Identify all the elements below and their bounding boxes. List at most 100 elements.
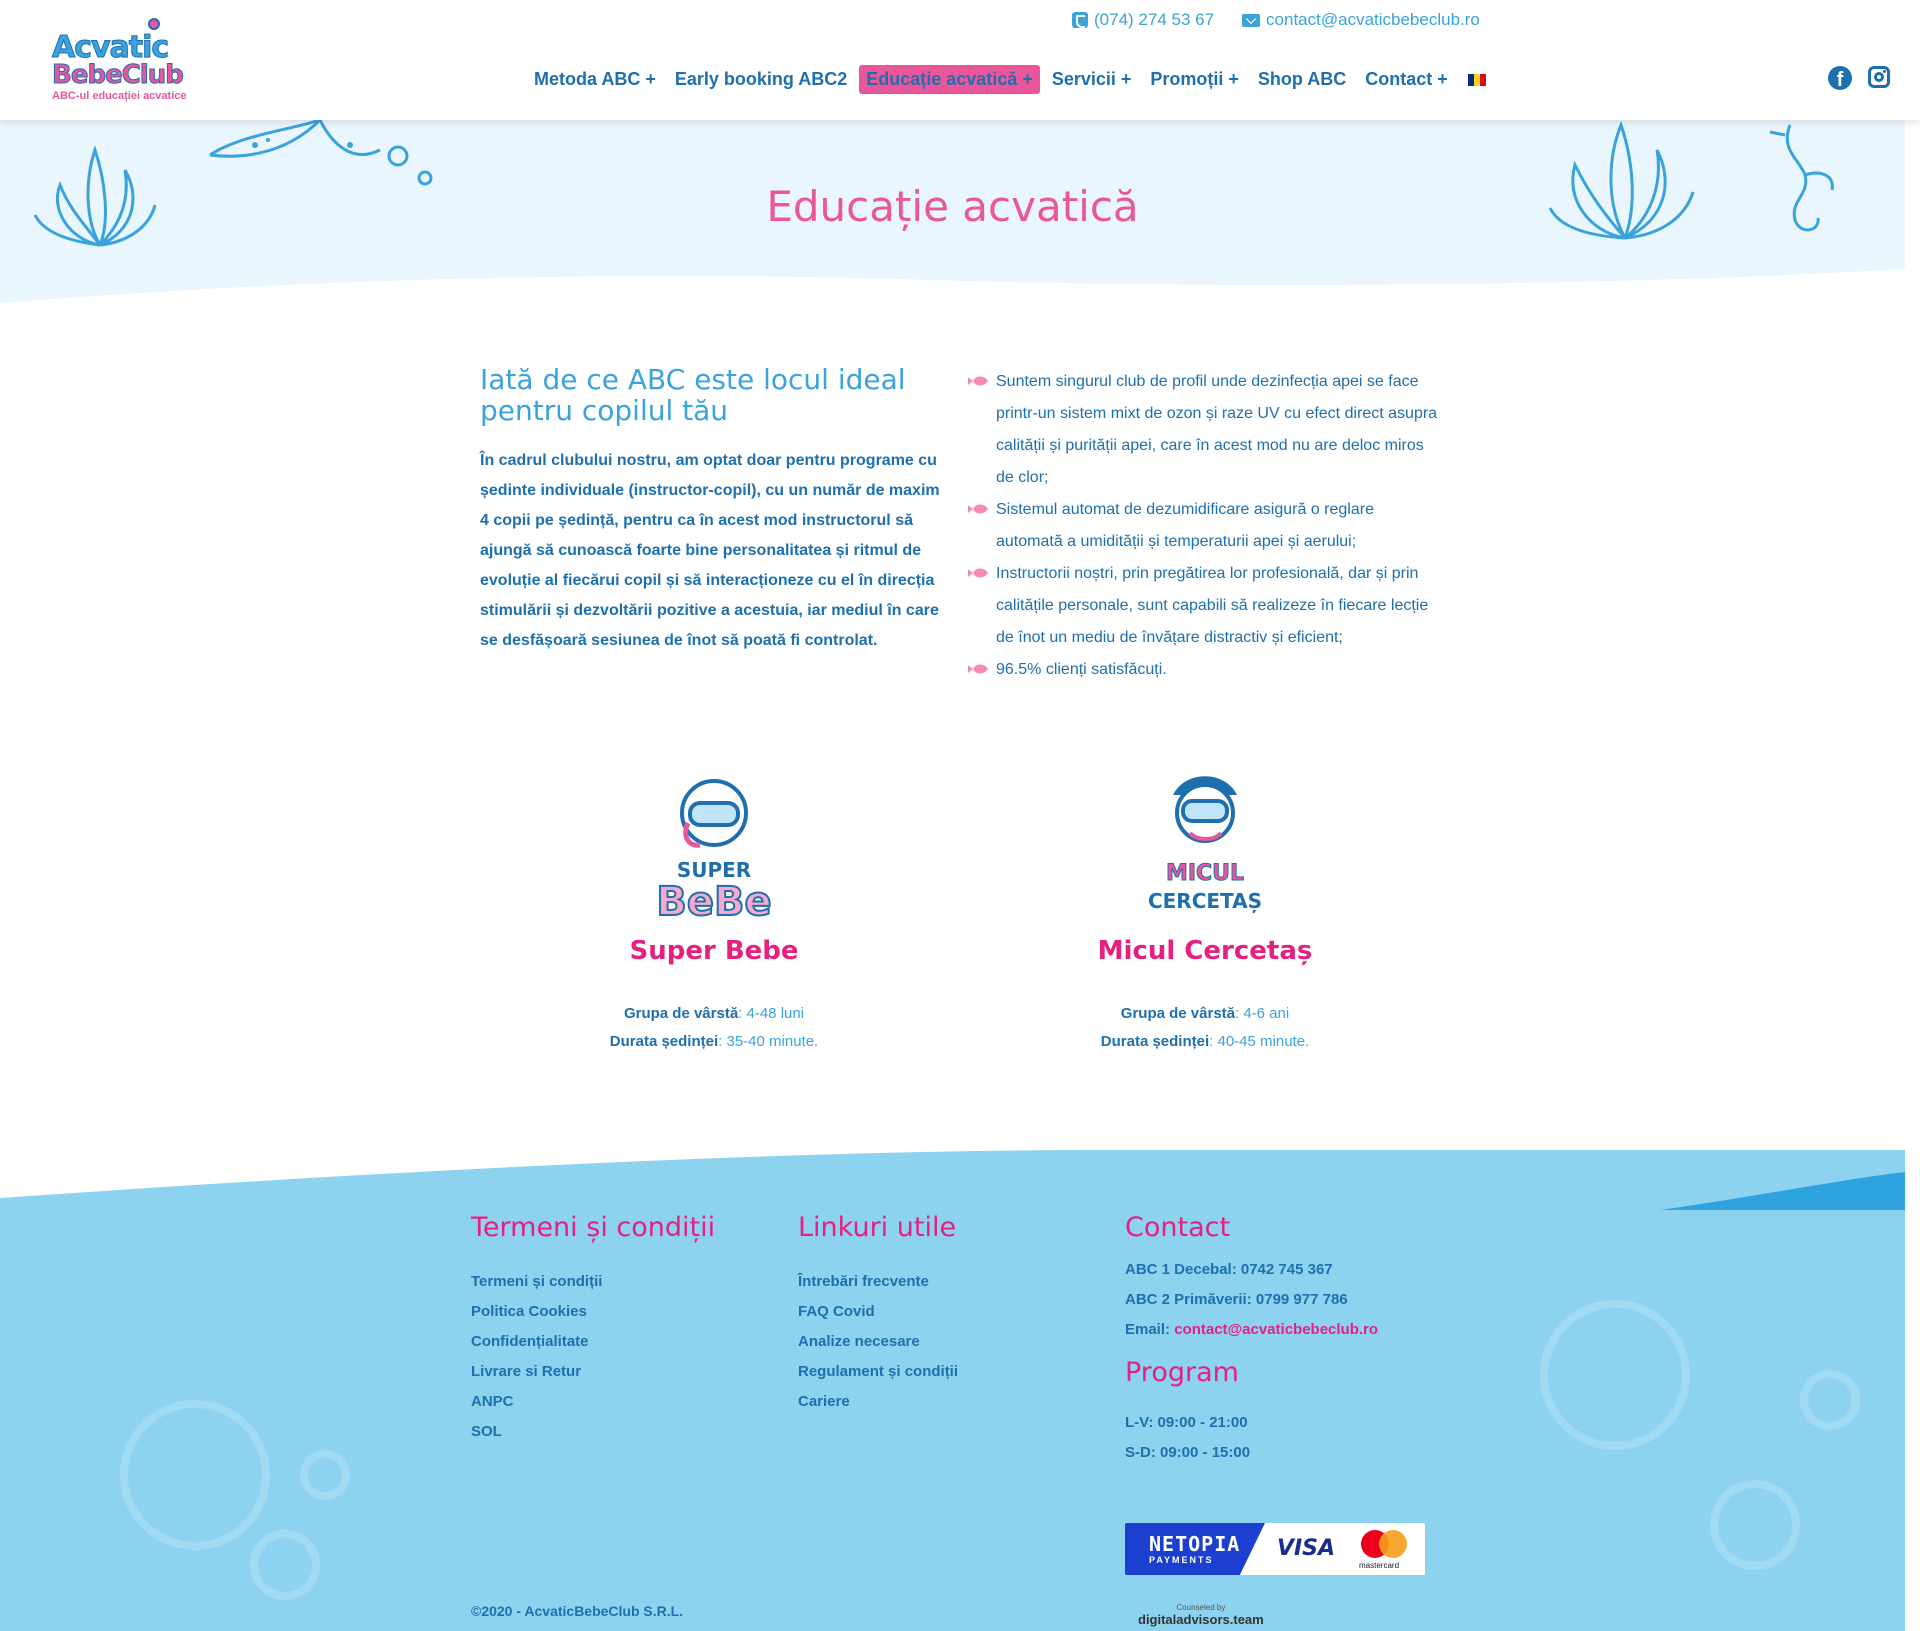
mastercard-logo: mastercard	[1347, 1523, 1425, 1575]
nav-item-promotii[interactable]: Promoții +	[1143, 65, 1246, 94]
envelope-icon	[1242, 13, 1261, 27]
mascot-text-bottom: BeBe	[656, 879, 771, 925]
duration-label: Durata ședinței	[1100, 1033, 1210, 1050]
duration-label: Durata ședinței	[609, 1033, 719, 1050]
program-age-row: Grupa de vârstă: 4-48 luni	[564, 1000, 864, 1028]
credit-small-text: Counseled by	[1176, 1603, 1226, 1612]
feature-text: Instructorii noștri, prin pregătirea lor…	[996, 565, 1429, 646]
site-footer: Termeni și condiții Termeni și condiții …	[0, 1150, 1905, 1631]
hero-wave-divider	[0, 269, 1905, 310]
contact-email-row: Email: contact@acvaticbebeclub.ro	[1125, 1315, 1378, 1345]
fish-bullet-icon	[968, 376, 988, 386]
main-nav: Metoda ABC + Early booking ABC2 Educație…	[527, 65, 1486, 94]
contact-abc2[interactable]: ABC 2 Primăverii: 0799 977 786	[1125, 1285, 1378, 1315]
phone-icon	[1072, 12, 1088, 28]
program-card-super-bebe: SUPER BeBe Super Bebe Grupa de vârstă: 4…	[564, 765, 864, 1056]
mascot-text-top: MICUL	[1166, 861, 1244, 886]
footer-link-confidentialitate[interactable]: Confidențialitate	[471, 1327, 715, 1357]
super-bebe-mascot-icon: SUPER BeBe	[655, 779, 773, 926]
instagram-icon[interactable]	[1868, 66, 1890, 88]
bubble-decoration	[1800, 1370, 1860, 1430]
footer-link-termeni[interactable]: Termeni și condiții	[471, 1267, 715, 1297]
footer-link-anpc[interactable]: ANPC	[471, 1387, 715, 1417]
email-label: Email:	[1125, 1321, 1175, 1338]
page-hero: Educație acvatică	[0, 120, 1905, 310]
program-age-row: Grupa de vârstă: 4-6 ani	[1055, 1000, 1355, 1028]
footer-heading: Contact	[1125, 1212, 1231, 1243]
feature-text: Suntem singurul club de profil unde dezi…	[996, 373, 1438, 486]
mascot-text-bottom: CERCETAȘ	[1148, 889, 1262, 913]
footer-email-link[interactable]: contact@acvaticbebeclub.ro	[1174, 1321, 1378, 1338]
fish-bullet-icon	[968, 504, 988, 514]
netopia-logo: NETOPIA PAYMENTS	[1125, 1523, 1265, 1575]
agency-credit[interactable]: Counseled by digitaladvisors.team	[1138, 1603, 1264, 1627]
top-contact-bar: (074) 274 53 67 contact@acvaticbebeclub.…	[1072, 10, 1480, 30]
email-link[interactable]: contact@acvaticbebeclub.ro	[1242, 10, 1480, 30]
list-item: 96.5% clienți satisfăcuți.	[968, 654, 1443, 686]
duration-value: : 35-40 minute.	[718, 1033, 819, 1050]
feature-text: Sistemul automat de dezumidificare asigu…	[996, 501, 1374, 550]
nav-item-servicii[interactable]: Servicii +	[1045, 65, 1139, 94]
bubble-decoration	[300, 1450, 350, 1500]
nav-item-early-booking[interactable]: Early booking ABC2	[668, 65, 854, 94]
footer-link-analize[interactable]: Analize necesare	[798, 1327, 958, 1357]
netopia-text: NETOPIA	[1149, 1532, 1241, 1556]
program-duration-row: Durata ședinței: 40-45 minute.	[1055, 1028, 1355, 1056]
footer-col-useful: Linkuri utile Întrebări frecvente FAQ Co…	[798, 1212, 958, 1417]
credit-brand: digitaladvisors.team	[1138, 1612, 1264, 1627]
bubble-decoration	[250, 1530, 320, 1600]
fish-bullet-icon	[968, 568, 988, 578]
logo-tagline: ABC-ul educației acvatice	[52, 90, 187, 102]
visa-logo: VISA	[1276, 1536, 1336, 1561]
age-label: Grupa de vârstă	[623, 1005, 739, 1022]
footer-link-livrare[interactable]: Livrare si Retur	[471, 1357, 715, 1387]
footer-link-cariere[interactable]: Cariere	[798, 1387, 958, 1417]
bubble-decoration	[1710, 1480, 1800, 1570]
footer-link-faq[interactable]: Întrebări frecvente	[798, 1267, 958, 1297]
footer-col-terms: Termeni și condiții Termeni și condiții …	[471, 1212, 715, 1447]
page-title: Educație acvatică	[766, 182, 1139, 231]
intro-section: Iată de ce ABC este locul ideal pentru c…	[480, 364, 950, 656]
phone-link[interactable]: (074) 274 53 67	[1072, 10, 1214, 30]
age-value: : 4-48 luni	[738, 1005, 805, 1022]
footer-col-contact: Contact ABC 1 Decebal: 0742 745 367 ABC …	[1125, 1212, 1378, 1468]
copyright-text: ©2020 - AcvaticBebeClub S.R.L.	[471, 1603, 684, 1619]
language-flag-ro-icon[interactable]	[1467, 73, 1486, 86]
nav-item-metoda-abc[interactable]: Metoda ABC +	[527, 65, 663, 94]
program-title: Super Bebe	[629, 936, 799, 966]
netopia-subtext: PAYMENTS	[1149, 1555, 1214, 1565]
footer-link-regulament[interactable]: Regulament și condiții	[798, 1357, 958, 1387]
nav-item-contact[interactable]: Contact +	[1358, 65, 1455, 94]
intro-heading: Iată de ce ABC este locul ideal pentru c…	[480, 363, 906, 427]
site-header: Acvatic BebeClub ABC-ul educației acvati…	[0, 0, 1920, 120]
program-weekdays: L-V: 09:00 - 21:00	[1125, 1414, 1248, 1431]
footer-link-sol[interactable]: SOL	[471, 1417, 715, 1447]
features-list: Suntem singurul club de profil unde dezi…	[968, 366, 1443, 686]
list-item: Instructorii noștri, prin pregătirea lor…	[968, 558, 1443, 654]
nav-item-educatie-acvatica[interactable]: Educație acvatică +	[859, 65, 1040, 94]
footer-link-faq-covid[interactable]: FAQ Covid	[798, 1297, 958, 1327]
nav-item-shop-abc[interactable]: Shop ABC	[1251, 65, 1353, 94]
contact-abc1[interactable]: ABC 1 Decebal: 0742 745 367	[1125, 1255, 1378, 1285]
fish-bullet-icon	[968, 664, 988, 674]
phone-number: (074) 274 53 67	[1094, 10, 1215, 29]
payment-logos: NETOPIA PAYMENTS VISA mastercard	[1125, 1523, 1425, 1575]
program-weekend: S-D: 09:00 - 15:00	[1125, 1444, 1251, 1461]
age-value: : 4-6 ani	[1235, 1005, 1290, 1022]
site-logo[interactable]: Acvatic BebeClub ABC-ul educației acvati…	[48, 18, 188, 104]
program-title: Micul Cercetaș	[1097, 936, 1313, 966]
duration-value: : 40-45 minute.	[1209, 1033, 1310, 1050]
program-duration-row: Durata ședinței: 35-40 minute.	[564, 1028, 864, 1056]
age-label: Grupa de vârstă	[1120, 1005, 1235, 1022]
footer-wave-divider	[0, 1150, 1905, 1210]
list-item: Suntem singurul club de profil unde dezi…	[968, 366, 1443, 494]
list-item: Sistemul automat de dezumidificare asigu…	[968, 494, 1443, 558]
program-card-micul-cercetas: MICUL CERCETAȘ Micul Cercetaș Grupa de v…	[1055, 765, 1355, 1056]
facebook-icon[interactable]: f	[1828, 66, 1852, 90]
intro-paragraph: În cadrul clubului nostru, am optat doar…	[480, 452, 940, 649]
feature-text: 96.5% clienți satisfăcuți.	[996, 661, 1167, 678]
footer-heading: Program	[1125, 1357, 1239, 1388]
social-links: f	[1828, 66, 1890, 90]
footer-heading: Linkuri utile	[798, 1212, 957, 1243]
footer-link-cookies[interactable]: Politica Cookies	[471, 1297, 715, 1327]
